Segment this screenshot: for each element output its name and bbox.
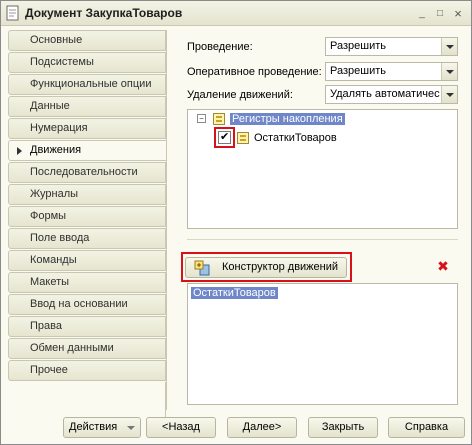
movements-pane: Проведение: Разрешить Оперативное провед… [173,30,465,410]
nav-item-label: Данные [30,100,70,112]
nav-item-input-field[interactable]: Поле ввода [8,228,166,249]
nav-item-numbering[interactable]: Нумерация [8,118,166,139]
nav-item-label: Команды [30,254,77,266]
delete-movements-value: Удалять автоматически [330,88,440,100]
tree-node-accumulation-registers[interactable]: Регистры накопления [230,113,345,125]
nav-item-journals[interactable]: Журналы [8,184,166,205]
movements-constructor-button[interactable]: Конструктор движений [185,257,347,278]
nav-item-label: Формы [30,210,67,222]
nav-item-label: Движения [30,144,82,156]
register-icon [237,132,249,144]
nav-item-based-on[interactable]: Ввод на основании [8,294,166,315]
nav-item-label: Журналы [30,188,79,200]
nav-item-rights[interactable]: Права [8,316,166,337]
nav-item-label: Права [30,320,62,332]
nav-item-label: Макеты [30,276,70,288]
realtime-posting-select[interactable]: Разрешить [325,62,458,81]
movements-code-area[interactable]: ОстаткиТоваров [187,283,458,405]
nav-item-label: Подсистемы [30,56,94,68]
pane-divider [166,30,167,410]
chevron-down-icon[interactable] [441,63,457,80]
close-icon[interactable]: × [450,5,466,21]
register-icon [213,113,225,125]
nav-item-commands[interactable]: Команды [8,250,166,271]
actions-label: Действия [69,421,118,433]
back-label: <Назад [162,421,200,433]
actions-button[interactable]: Действия [63,417,141,438]
nav-item-sequences[interactable]: Последовательности [8,162,166,183]
collapse-icon[interactable]: − [197,114,206,123]
nav-item-label: Функциональные опции [30,78,152,90]
realtime-posting-value: Разрешить [330,65,386,77]
document-icon [6,5,19,21]
code-text: ОстаткиТоваров [191,287,278,299]
nav-item-other[interactable]: Прочее [8,360,166,381]
delete-movements-select[interactable]: Удалять автоматически [325,85,458,104]
nav-item-label: Нумерация [30,122,88,134]
highlight-box [214,127,235,148]
nav-item-functional-options[interactable]: Функциональные опции [8,74,166,95]
minimize-icon[interactable]: _ [414,5,430,21]
nav-item-main[interactable]: Основные [8,30,166,51]
help-label: Справка [404,421,449,433]
constructor-icon [194,260,210,276]
posting-value: Разрешить [330,40,386,52]
splitter[interactable] [187,235,458,245]
posting-select[interactable]: Разрешить [325,37,458,56]
window-title: Документ ЗакупкаТоваров [25,6,183,20]
delete-movements-label: Удаление движений: [187,89,293,101]
tree-node-stock-register[interactable]: ОстаткиТоваров [254,132,337,144]
nav-item-forms[interactable]: Формы [8,206,166,227]
nav-item-movements[interactable]: Движения [8,140,167,161]
realtime-posting-label: Оперативное проведение: [187,66,322,78]
chevron-down-icon [127,426,135,430]
close-label: Закрыть [321,421,365,433]
nav-item-data-exchange[interactable]: Обмен данными [8,338,166,359]
nav-item-label: Ввод на основании [30,298,128,310]
nav-item-label: Последовательности [30,166,138,178]
chevron-down-icon[interactable] [441,86,457,103]
section-nav: Основные Подсистемы Функциональные опции… [8,30,167,438]
nav-item-subsystems[interactable]: Подсистемы [8,52,166,73]
help-button[interactable]: Справка [388,417,465,438]
nav-item-label: Основные [30,34,83,46]
close-button[interactable]: Закрыть [308,417,378,438]
nav-item-label: Обмен данными [30,342,114,354]
next-button[interactable]: Далее> [227,417,297,438]
posting-label: Проведение: [187,41,253,53]
nav-item-label: Поле ввода [30,232,90,244]
document-window: Документ ЗакупкаТоваров _ □ × Основные П… [0,0,472,445]
nav-item-data[interactable]: Данные [8,96,166,117]
chevron-down-icon[interactable] [441,38,457,55]
delete-icon[interactable]: ✖ [435,258,451,274]
nav-item-templates[interactable]: Макеты [8,272,166,293]
registers-tree: − Регистры накопления ОстаткиТоваров [187,109,458,229]
next-label: Далее> [242,421,282,433]
title-bar: Документ ЗакупкаТоваров _ □ × [1,1,471,26]
maximize-icon[interactable]: □ [432,5,448,21]
nav-item-label: Прочее [30,364,68,376]
constructor-label: Конструктор движений [222,261,339,273]
active-arrow-icon [17,147,22,155]
back-button[interactable]: <Назад [146,417,216,438]
